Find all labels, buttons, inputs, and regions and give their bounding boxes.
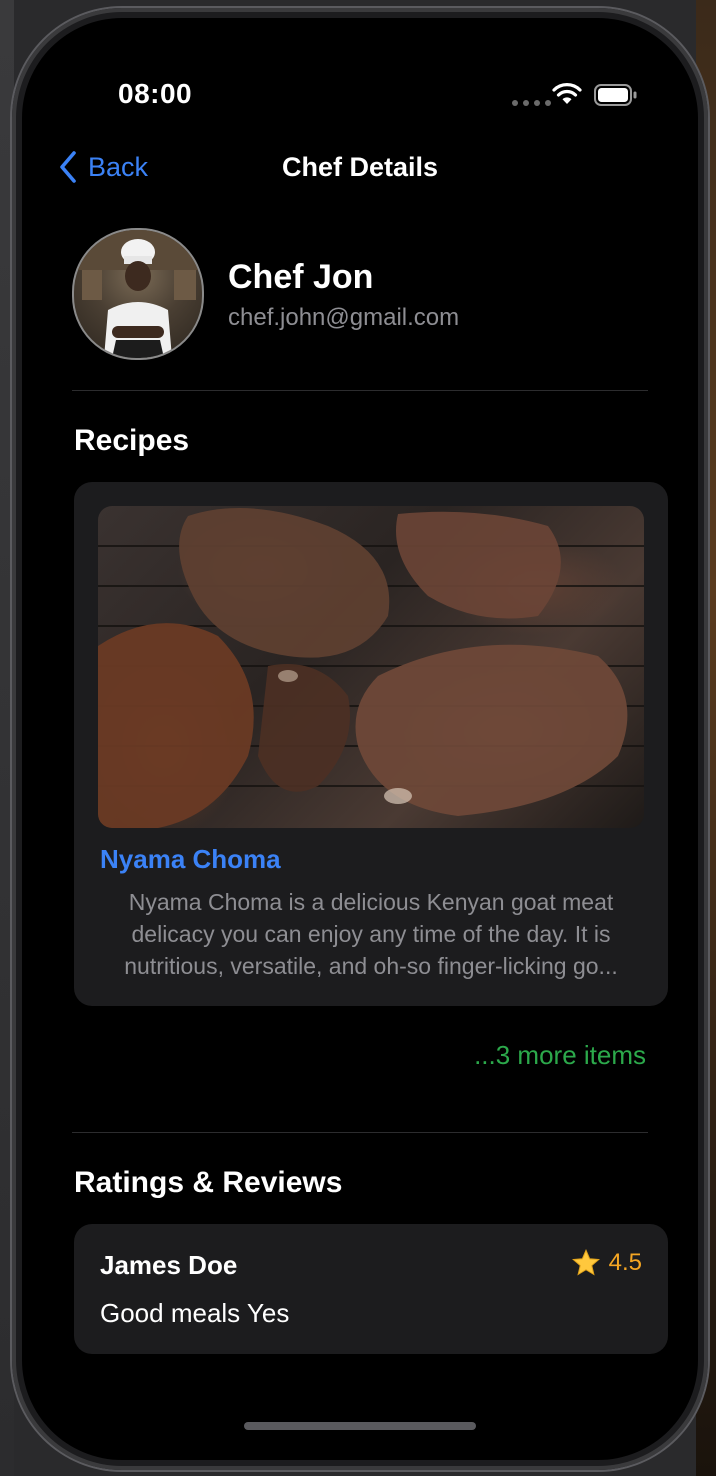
chef-portrait-image [74, 230, 202, 358]
recipes-section-title: Recipes [74, 424, 190, 457]
recipe-description: Nyama Choma is a delicious Kenyan goat m… [124, 889, 618, 979]
wifi-icon [552, 83, 582, 104]
app-screen: 08:00 Back Chef Details Chef Jon chef.jo… [22, 18, 698, 1460]
status-time: 08:00 [118, 78, 193, 109]
cellular-signal-icon [512, 100, 551, 106]
reviews-section-title: Ratings & Reviews [74, 1166, 343, 1199]
chevron-left-icon [60, 151, 76, 183]
more-items-link[interactable]: ...3 more items [474, 1040, 646, 1071]
review-card: James Doe 4.5 Good meals Yes [74, 1224, 668, 1354]
reviewer-name: James Doe [100, 1250, 238, 1280]
divider [72, 390, 648, 391]
home-indicator[interactable] [244, 1422, 476, 1430]
review-rating: 4.5 [571, 1248, 642, 1278]
grilled-meat-image [98, 508, 644, 828]
star-icon [571, 1248, 600, 1276]
chef-name: Chef Jon [228, 258, 374, 296]
recipe-image [98, 506, 644, 828]
divider [72, 1132, 648, 1133]
back-label: Back [88, 151, 149, 182]
phone-frame: 08:00 Back Chef Details Chef Jon chef.jo… [12, 8, 708, 1470]
chef-email: chef.john@gmail.com [228, 304, 460, 331]
recipe-name: Nyama Choma [100, 844, 281, 874]
avatar [72, 228, 204, 360]
recipe-card[interactable]: Nyama Choma Nyama Choma is a delicious K… [74, 482, 668, 1006]
rating-value: 4.5 [608, 1249, 642, 1276]
back-button[interactable]: Back [58, 150, 148, 184]
battery-icon [594, 84, 637, 106]
review-text: Good meals Yes [100, 1298, 290, 1328]
